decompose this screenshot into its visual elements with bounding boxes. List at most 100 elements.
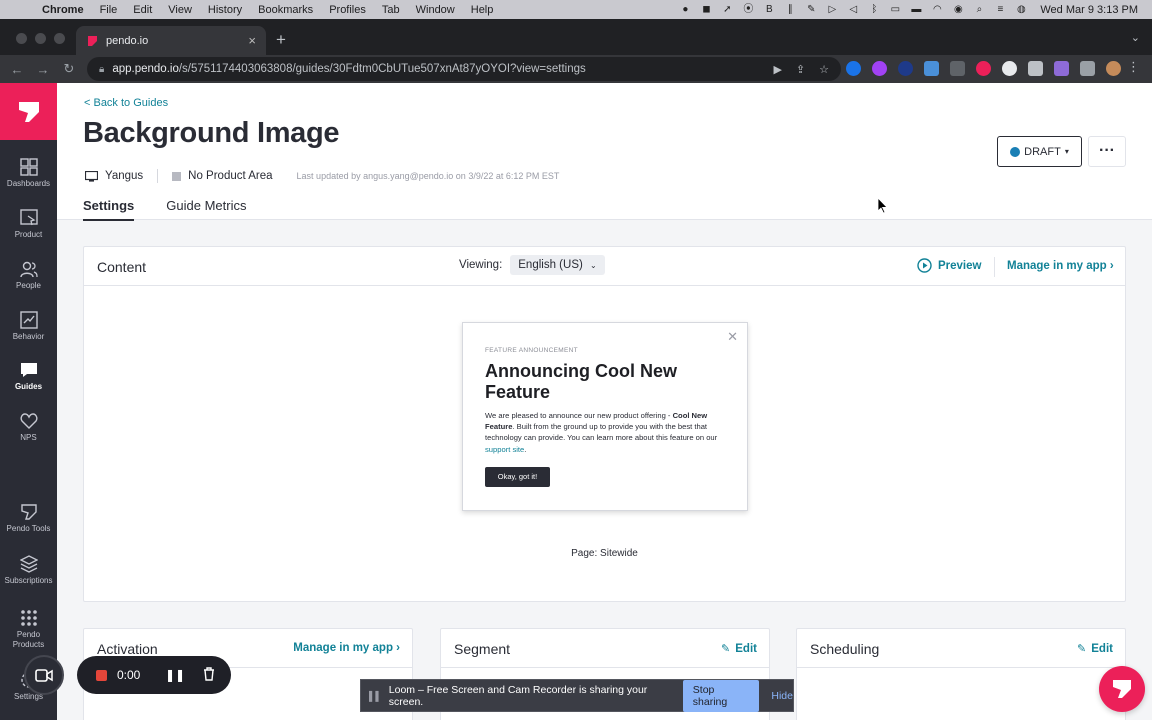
- close-icon[interactable]: ✕: [727, 329, 738, 345]
- wifi-icon[interactable]: ◠: [931, 4, 943, 15]
- trash-icon[interactable]: [203, 666, 215, 684]
- new-tab-icon[interactable]: +: [276, 30, 286, 50]
- hide-button[interactable]: Hide: [771, 690, 793, 702]
- loom-menubar-icon[interactable]: ◼: [700, 4, 712, 15]
- profile-avatar[interactable]: [1106, 61, 1121, 76]
- extension-8-icon[interactable]: [1028, 61, 1043, 76]
- sidebar-item-people[interactable]: People: [0, 260, 57, 290]
- language-dropdown[interactable]: English (US) ⌄: [510, 255, 605, 275]
- extension-6-icon[interactable]: [976, 61, 991, 76]
- extension-1-icon[interactable]: [846, 61, 861, 76]
- more-options-button[interactable]: ···: [1088, 136, 1126, 167]
- menubar-clock[interactable]: Wed Mar 9 3:13 PM: [1040, 4, 1138, 16]
- status-dropdown[interactable]: DRAFT ▾: [997, 136, 1082, 167]
- extension-7-icon[interactable]: [1002, 61, 1017, 76]
- volume-icon[interactable]: ◁: [847, 4, 859, 15]
- browser-tab[interactable]: pendo.io ×: [76, 26, 266, 55]
- guide-meta: Yangus No Product Area Last updated by a…: [85, 169, 559, 183]
- camera-icon[interactable]: ▶: [773, 63, 781, 76]
- window-controls[interactable]: [16, 33, 65, 44]
- tab-search-chevron-icon[interactable]: ⌄: [1131, 31, 1140, 44]
- extension-2-icon[interactable]: [872, 61, 887, 76]
- pendo-logo[interactable]: [0, 83, 57, 140]
- drag-handle-icon[interactable]: ▌▌: [369, 691, 382, 701]
- pendo-menubar-icon[interactable]: ➚: [721, 4, 733, 15]
- sidebar-item-nps[interactable]: NPS: [0, 412, 57, 442]
- menu-file[interactable]: File: [92, 4, 126, 16]
- manage-in-app-link[interactable]: Manage in my app ›: [1007, 260, 1114, 272]
- sidebar-item-subscriptions[interactable]: Subscriptions: [0, 555, 57, 585]
- stop-recording-button[interactable]: [96, 669, 107, 681]
- guide-preview[interactable]: ✕ FEATURE ANNOUNCEMENT Announcing Cool N…: [462, 322, 748, 511]
- extension-5-icon[interactable]: [950, 61, 965, 76]
- camera-toggle-button[interactable]: [24, 655, 64, 695]
- siri-icon[interactable]: ◍: [1015, 4, 1027, 15]
- sidebar-item-guides[interactable]: Guides: [0, 361, 57, 391]
- reload-icon[interactable]: ↻: [56, 61, 82, 77]
- window-icon[interactable]: ▭: [889, 4, 901, 15]
- menu-profiles[interactable]: Profiles: [321, 4, 374, 16]
- support-site-link[interactable]: support site: [485, 445, 524, 454]
- extension-4-icon[interactable]: [924, 61, 939, 76]
- address-bar[interactable]: 🔒︎ app.pendo.io/s/5751174403063808/guide…: [87, 57, 841, 81]
- tab-guide-metrics[interactable]: Guide Metrics: [166, 198, 246, 221]
- menu-help[interactable]: Help: [463, 4, 502, 16]
- extension-9-icon[interactable]: [1054, 61, 1069, 76]
- sidebar-item-pendo-tools[interactable]: Pendo Tools: [0, 503, 57, 533]
- sidebar-item-pendo-products[interactable]: Pendo Products: [0, 609, 57, 650]
- close-window-button[interactable]: [16, 33, 27, 44]
- bold-b-icon[interactable]: B: [763, 4, 775, 15]
- bookmark-star-icon[interactable]: ☆: [819, 63, 829, 76]
- menu-history[interactable]: History: [200, 4, 250, 16]
- segment-edit-button[interactable]: ✎ Edit: [721, 642, 757, 656]
- tools-icon[interactable]: ✎: [805, 4, 817, 15]
- app-name[interactable]: Yangus: [105, 170, 143, 182]
- sidebar-item-dashboards[interactable]: Dashboards: [0, 158, 57, 188]
- play-icon[interactable]: ▷: [826, 4, 838, 15]
- stop-sharing-button[interactable]: Stop sharing: [682, 679, 760, 712]
- battery-icon[interactable]: ▬: [910, 4, 922, 15]
- tab-settings[interactable]: Settings: [83, 198, 135, 221]
- sidebar-item-label: NPS: [20, 433, 37, 442]
- scheduling-edit-button[interactable]: ✎ Edit: [1077, 642, 1113, 656]
- puzzle-extensions-icon[interactable]: [1080, 61, 1095, 76]
- activation-manage-link[interactable]: Manage in my app ›: [293, 642, 400, 654]
- zoom-window-button[interactable]: [54, 33, 65, 44]
- share-icon[interactable]: ⇪: [796, 63, 805, 76]
- product-area[interactable]: No Product Area: [188, 170, 272, 182]
- last-updated-text: Last updated by angus.yang@pendo.io on 3…: [296, 171, 560, 181]
- browser-menu-icon[interactable]: ⋮: [1127, 59, 1140, 75]
- pause-icon[interactable]: ❚❚: [165, 668, 185, 682]
- lock-icon[interactable]: 🔒︎: [99, 64, 104, 75]
- page-title[interactable]: Background Image: [83, 117, 340, 150]
- close-tab-icon[interactable]: ×: [248, 33, 256, 48]
- menu-tab[interactable]: Tab: [374, 4, 408, 16]
- guide-body-text-2: . Built from the ground up to provide yo…: [485, 422, 718, 443]
- forward-arrow-icon[interactable]: →: [30, 62, 56, 77]
- okay-got-it-button[interactable]: Okay, got it!: [485, 467, 550, 487]
- pinterest-icon[interactable]: ⦿: [742, 4, 754, 15]
- pendo-logo-icon: [18, 101, 39, 122]
- sidebar-item-product[interactable]: Product: [0, 209, 57, 239]
- sidebar-item-behavior[interactable]: Behavior: [0, 311, 57, 341]
- menu-view[interactable]: View: [160, 4, 200, 16]
- caret-down-icon: ▾: [1064, 147, 1069, 156]
- menu-window[interactable]: Window: [408, 4, 463, 16]
- screen-sharing-bar: ▌▌ Loom – Free Screen and Cam Recorder i…: [360, 679, 794, 712]
- preview-button[interactable]: Preview: [917, 258, 981, 273]
- resource-center-button[interactable]: [1099, 666, 1145, 712]
- scheduling-card-header: Scheduling ✎ Edit: [797, 629, 1125, 668]
- spotlight-search-icon[interactable]: ⌕: [973, 4, 985, 15]
- user-icon[interactable]: ◉: [952, 4, 964, 15]
- menu-bookmarks[interactable]: Bookmarks: [250, 4, 321, 16]
- control-center-icon[interactable]: ≡: [994, 4, 1006, 15]
- microphone-icon[interactable]: ●: [679, 4, 691, 15]
- back-to-guides-link[interactable]: < Back to Guides: [84, 97, 168, 109]
- menu-edit[interactable]: Edit: [125, 4, 160, 16]
- menu-app-chrome[interactable]: Chrome: [34, 4, 92, 16]
- paperclip-icon[interactable]: ∥: [784, 4, 796, 15]
- extension-3-icon[interactable]: [898, 61, 913, 76]
- back-arrow-icon[interactable]: ←: [4, 62, 30, 77]
- bluetooth-icon[interactable]: ᛒ: [868, 4, 880, 15]
- minimize-window-button[interactable]: [35, 33, 46, 44]
